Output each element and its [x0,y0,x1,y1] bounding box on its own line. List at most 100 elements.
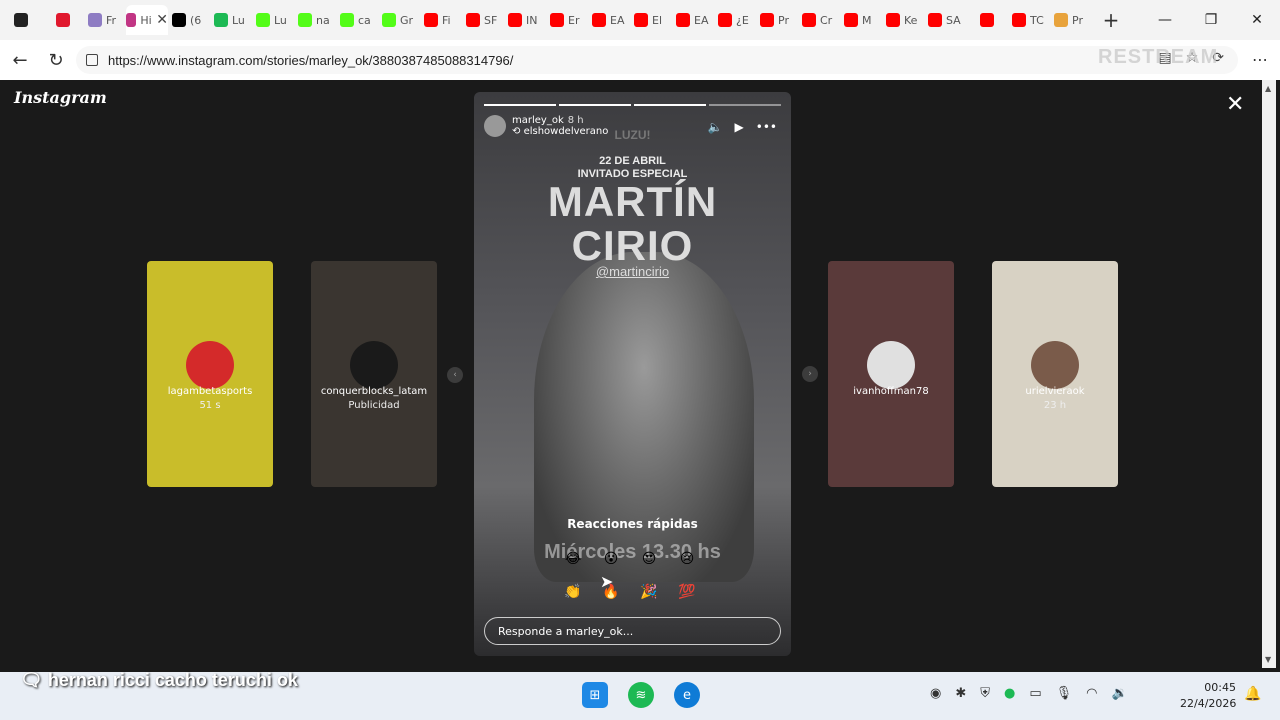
tab-20[interactable]: M [840,5,882,35]
mouse-pointer-icon: ➤ [600,572,614,591]
emoji-reaction-button[interactable]: 😢 [676,548,698,570]
tab-14[interactable]: EA [588,5,630,35]
copilot-icon [1054,13,1068,27]
browser-menu-icon[interactable]: ⋯ [1252,50,1268,69]
youtube-icon [1012,13,1026,27]
wifi-icon[interactable]: ◠ [1086,686,1097,701]
tab-16[interactable]: EA [672,5,714,35]
poster-handle[interactable]: @martincirio [474,264,791,279]
tab-15[interactable]: El [630,5,672,35]
caption-text: hernan ricci cacho teruchi ok [47,670,298,690]
tab-7[interactable]: na [294,5,336,35]
tab-label: Er [568,13,580,27]
spotify-icon[interactable]: ≋ [628,682,654,708]
bluetooth-icon[interactable]: ✱ [955,686,966,701]
app-tray-icon[interactable]: ◉ [930,686,941,701]
windows-start-icon[interactable]: ⊞ [582,682,608,708]
usb-icon[interactable]: ▭ [1029,686,1041,701]
site-info-icon[interactable] [86,54,98,66]
emoji-reaction-button[interactable]: 😂 [562,548,584,570]
close-tab-icon[interactable]: ✕ [156,12,168,28]
tab-1[interactable] [42,5,84,35]
tab-10[interactable]: Fi [420,5,462,35]
tab-label: Lu [232,13,245,27]
tab-24[interactable]: TC [1008,5,1050,35]
tab-label: EA [610,13,625,27]
story-preview-ivanhoffman[interactable]: ivanhoffman78 [828,261,954,487]
clock-time: 00:45 [1204,681,1236,694]
tab-25[interactable]: Pr [1050,5,1092,35]
instagram-logo[interactable]: Instagram [14,88,107,107]
reload-icon[interactable]: ↻ [38,50,74,71]
scrollbar[interactable]: ▲ ▼ [1262,80,1276,668]
story-preview-conquerblocks[interactable]: conquerblocks_latam Publicidad [311,261,437,487]
spotify-tray-icon[interactable]: ● [1004,686,1015,701]
next-story-icon[interactable]: › [802,366,818,382]
tab-8[interactable]: ca [336,5,378,35]
edge-icon[interactable]: e [674,682,700,708]
record-icon [14,13,28,27]
emoji-reaction-button[interactable]: 😮 [600,548,622,570]
emoji-reaction-button[interactable]: 🎉 [638,581,660,603]
tab-label: M [862,13,872,27]
back-icon[interactable]: ← [2,50,38,71]
scroll-up-icon[interactable]: ▲ [1265,84,1271,93]
emoji-reaction-button[interactable]: 💯 [676,581,698,603]
tab-list: Fr Hi ✕ (6 Lu Lu na ca Gr Fi SF IN Er EA El EA ¿E Pr Cr M Ke… [0,5,1092,35]
youtube-icon [592,13,606,27]
emoji-reaction-button[interactable]: 👏 [562,581,584,603]
tab-label: na [316,13,330,27]
close-stories-icon[interactable]: ✕ [1226,92,1244,117]
tab-3[interactable]: Hi ✕ [126,5,168,35]
address-bar[interactable]: https://www.instagram.com/stories/marley… [76,46,1238,74]
microphone-icon[interactable]: 🎙 [1056,686,1073,701]
youtube-icon [508,13,522,27]
tab-22[interactable]: SA [924,5,966,35]
tab-12[interactable]: IN [504,5,546,35]
new-tab-button[interactable]: + [1096,8,1126,32]
clock[interactable]: 00:45 22/4/2026 [1180,680,1236,712]
youtube-icon [980,13,994,27]
taskbar-apps: ⊞ ≋ e [582,682,700,708]
k-icon [382,13,396,27]
k-icon [340,13,354,27]
story-owner-name[interactable]: marley_ok [512,115,564,126]
story-username: lagambetasports [167,386,253,397]
notification-icon[interactable]: 🔔 [1244,686,1261,702]
youtube-icon [886,13,900,27]
tab-23[interactable] [966,5,1008,35]
tab-18[interactable]: Pr [756,5,798,35]
emoji-reaction-button[interactable]: 😍 [638,548,660,570]
tab-11[interactable]: SF [462,5,504,35]
tab-4[interactable]: (6 [168,5,210,35]
story-username: ivanhoffman78 [853,386,929,397]
youtube-icon [466,13,480,27]
tab-2[interactable]: Fr [84,5,126,35]
previous-story-icon[interactable]: ‹ [447,367,463,383]
minimize-icon[interactable]: — [1142,0,1188,40]
security-icon[interactable]: ⛨ [980,686,990,701]
youtube-icon [718,13,732,27]
tab-21[interactable]: Ke [882,5,924,35]
tab-5[interactable]: Lu [210,5,252,35]
story-preview-urielvieraok[interactable]: urielvieraok 23 h [992,261,1118,487]
close-window-icon[interactable]: ✕ [1234,0,1280,40]
tab-label: SF [484,13,498,27]
reply-input[interactable]: Responde a marley_ok... [484,617,781,645]
tab-6[interactable]: Lu [252,5,294,35]
poster-name-line2: CIRIO [571,222,694,269]
tab-13[interactable]: Er [546,5,588,35]
tab-0[interactable] [0,5,42,35]
restream-watermark: RESTREAM [1098,46,1219,68]
tab-9[interactable]: Gr [378,5,420,35]
restore-icon[interactable]: ❐ [1188,0,1234,40]
tab-label: Fi [442,13,451,27]
scroll-down-icon[interactable]: ▼ [1265,655,1271,664]
tab-17[interactable]: ¿E [714,5,756,35]
tab-label: ca [358,13,371,27]
story-avatar [1031,341,1079,389]
story-preview-lagambetasports[interactable]: lagambetasports 51 s [147,261,273,487]
volume-icon[interactable]: 🔉 [1112,686,1128,701]
tab-19[interactable]: Cr [798,5,840,35]
active-story[interactable]: marley_ok 8 h ⟲ elshowdelverano 🔈 ▶ ••• L… [474,92,791,656]
